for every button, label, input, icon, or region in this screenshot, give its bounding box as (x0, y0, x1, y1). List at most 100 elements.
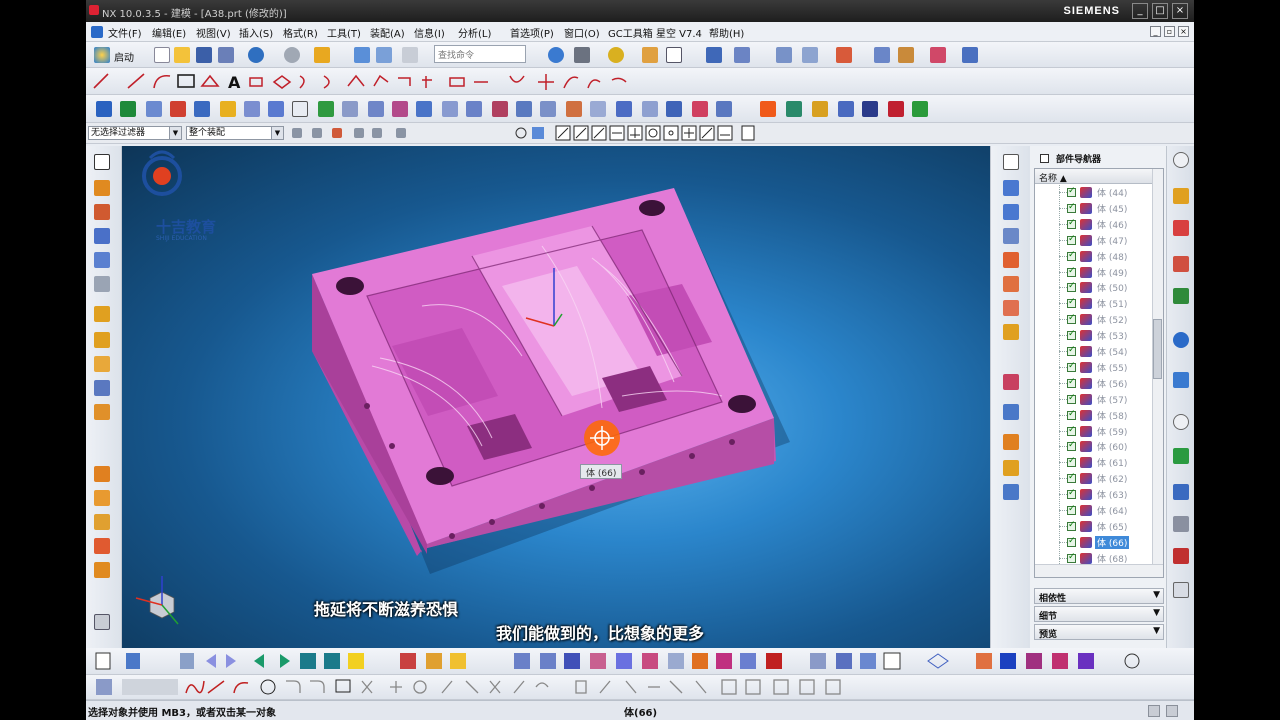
cube-icon[interactable] (94, 228, 110, 244)
tree-row[interactable]: 体 (44) (1035, 185, 1153, 200)
assembly-navigator-icon[interactable] (1173, 188, 1189, 204)
visibility-checkbox[interactable] (1067, 504, 1076, 515)
delete-icon[interactable] (402, 47, 418, 63)
menu-assembly[interactable]: 装配(A) (370, 25, 405, 40)
roles-icon[interactable] (1173, 516, 1189, 532)
part-navigator-icon[interactable] (1173, 256, 1189, 272)
menu-gc-toolkit[interactable]: GC工具箱 (608, 25, 653, 40)
visibility-checkbox[interactable] (1067, 361, 1076, 372)
grid-icon[interactable] (292, 101, 308, 117)
group-face-icon[interactable] (716, 101, 732, 117)
type-filter-select[interactable]: 无选择过滤器 ▼ (88, 126, 182, 140)
rotate-icon[interactable] (1003, 252, 1019, 268)
visibility-checkbox[interactable] (1067, 218, 1076, 229)
curve-tool-icons[interactable]: A (86, 68, 646, 95)
select-box-icon[interactable] (1003, 154, 1019, 170)
true-shading-icon[interactable] (1003, 434, 1019, 450)
tree-row[interactable]: 体 (66) (1035, 534, 1153, 550)
paste-icon[interactable] (376, 47, 392, 63)
menu-help[interactable]: 帮助(H) (709, 25, 744, 40)
render-style-icon[interactable] (548, 47, 564, 63)
constraint-navigator-icon[interactable] (1173, 220, 1189, 236)
layer-icon[interactable] (94, 306, 110, 322)
clip-section-icon[interactable] (1003, 404, 1019, 420)
visibility-checkbox[interactable] (1067, 266, 1076, 277)
minimize-button[interactable]: _ (1132, 3, 1148, 19)
copy-icon[interactable] (354, 47, 370, 63)
menu-tools[interactable]: 工具(T) (327, 25, 361, 40)
settings-icon[interactable] (1173, 152, 1189, 168)
visibility-checkbox[interactable] (1067, 313, 1076, 325)
tree-row[interactable]: 体 (48) (1035, 248, 1153, 264)
tree-row[interactable]: 体 (47) (1035, 232, 1153, 248)
view-orient-icon[interactable] (706, 47, 722, 63)
tree-row[interactable]: 体 (61) (1035, 455, 1153, 471)
visibility-checkbox[interactable] (1067, 393, 1076, 404)
new-file-icon[interactable] (154, 47, 170, 63)
visibility-checkbox[interactable] (1067, 440, 1076, 452)
hole-icon[interactable] (194, 101, 210, 117)
mold-plate-model[interactable] (122, 146, 990, 648)
visibility-checkbox[interactable] (1067, 456, 1076, 468)
section-view-icon[interactable] (94, 538, 110, 554)
visibility-checkbox[interactable] (1067, 281, 1076, 293)
visibility-checkbox[interactable] (1067, 250, 1076, 261)
menu-window[interactable]: 窗口(O) (564, 25, 600, 40)
resize-icon[interactable] (666, 101, 682, 117)
boss-icon[interactable] (220, 101, 236, 117)
tree-row[interactable]: 体 (64) (1035, 503, 1153, 518)
save-icon[interactable] (196, 47, 212, 63)
redo-icon[interactable] (284, 47, 300, 63)
tree-row[interactable]: 体 (52) (1035, 312, 1153, 328)
menu-file[interactable]: 文件(F) (108, 25, 142, 40)
shield-icon[interactable] (94, 204, 110, 220)
tree-row[interactable]: 体 (46) (1035, 216, 1153, 232)
visibility-checkbox[interactable] (1067, 234, 1076, 245)
menu-preferences[interactable]: 首选项(P) (510, 25, 554, 40)
linear-dimension-icon[interactable] (692, 101, 708, 117)
wire-view-icon[interactable] (1003, 204, 1019, 220)
extrude-icon[interactable] (96, 101, 112, 117)
spring-icon[interactable] (94, 276, 110, 292)
light-icon[interactable] (1003, 460, 1019, 476)
save-as-icon[interactable] (218, 47, 234, 63)
scope-select[interactable]: 整个装配 ▼ (186, 126, 284, 140)
assembly-icon[interactable] (776, 47, 792, 63)
window-frame-icon[interactable] (666, 47, 682, 63)
scroll-thumb[interactable] (1153, 319, 1162, 379)
synchronous-icon[interactable] (616, 101, 632, 117)
analysis-tool-icons[interactable] (86, 648, 1194, 675)
move-face-icon[interactable] (590, 101, 606, 117)
visibility-checkbox[interactable] (1067, 552, 1076, 563)
layer-copy-icon[interactable] (94, 356, 110, 372)
start-button[interactable]: 启动 (114, 49, 134, 64)
system-material-icon[interactable] (1173, 484, 1189, 500)
clock-icon[interactable] (1173, 414, 1189, 430)
menu-edit[interactable]: 编辑(E) (152, 25, 186, 40)
tree-row[interactable]: 体 (49) (1035, 264, 1153, 280)
pan-icon[interactable] (1003, 276, 1019, 292)
unite-icon[interactable] (94, 252, 110, 268)
block-icon[interactable] (94, 180, 110, 196)
tree-row[interactable]: 体 (58) (1035, 407, 1153, 423)
table-icon[interactable] (862, 101, 878, 117)
selection-tool-icon[interactable] (314, 47, 330, 63)
close-button[interactable]: × (1172, 3, 1188, 19)
doc-close-icon[interactable]: × (1178, 26, 1189, 37)
visibility-checkbox[interactable] (1067, 329, 1076, 341)
edit-section-icon[interactable] (1003, 374, 1019, 390)
history-icon[interactable] (1173, 372, 1189, 388)
perspective-icon[interactable] (1003, 324, 1019, 340)
blend-icon[interactable] (368, 101, 384, 117)
snap-point-icons[interactable] (286, 123, 866, 144)
visibility-checkbox[interactable] (1067, 536, 1076, 547)
snapshot-icon[interactable] (1003, 484, 1019, 500)
graphics-window[interactable]: 十吉教育 SHIJI EDUCATION 体 (66) 拖延将不断滋养恐惧 我们… (122, 146, 990, 648)
delete-face-icon[interactable] (566, 101, 582, 117)
visibility-checkbox[interactable] (1067, 345, 1076, 356)
doc-restore-icon[interactable]: ▫ (1164, 26, 1175, 37)
fit-view-icon[interactable] (1003, 228, 1019, 244)
patch-icon[interactable] (540, 101, 556, 117)
chamfer-icon[interactable] (392, 101, 408, 117)
split-body-icon[interactable] (442, 101, 458, 117)
